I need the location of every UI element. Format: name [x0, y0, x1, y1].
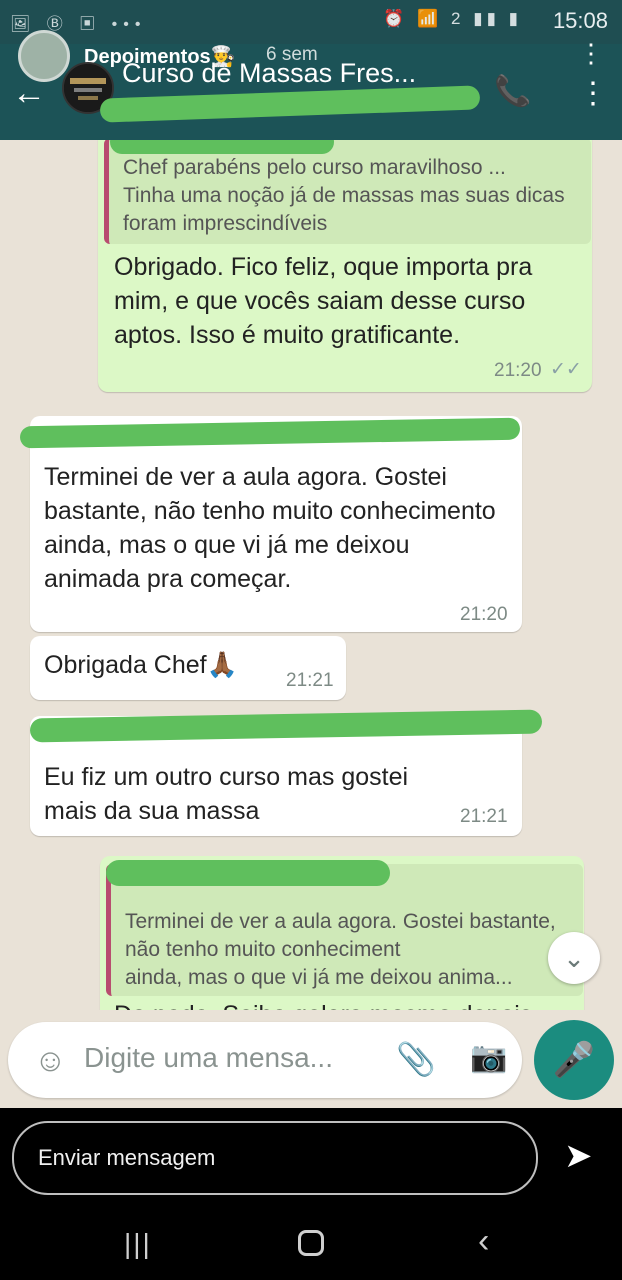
redaction-mark — [99, 85, 481, 123]
add-call-icon[interactable]: 📞 — [494, 74, 531, 109]
message-time: 21:21 — [286, 670, 334, 691]
incoming-message[interactable]: Obrigada Chef🙏🏾 21:21 — [30, 636, 346, 700]
home-icon[interactable] — [298, 1230, 324, 1256]
message-text: Obrigado. Fico feliz, oque importa pra m… — [114, 253, 533, 349]
story-reply-placeholder: Enviar mensagem — [38, 1145, 216, 1170]
message-composer[interactable]: ☺ Digite uma mensa... 📎 📷 — [8, 1022, 522, 1098]
redaction-mark — [110, 140, 334, 154]
message-input[interactable]: Digite uma mensa... — [84, 1042, 333, 1074]
message-text: Terminei de ver a aula agora. Gostei bas… — [44, 463, 496, 593]
message-time: 21:20 — [494, 360, 542, 381]
notification-icons: 🖼 Ⓑ ▣ ••• — [10, 16, 147, 33]
message-time: 21:21 — [460, 806, 508, 827]
send-icon[interactable]: ➤ — [564, 1136, 593, 1176]
system-nav-bar: ||| ‹ — [0, 1204, 622, 1280]
mic-button[interactable]: 🎤 — [534, 1020, 614, 1100]
back-arrow-icon[interactable]: ← — [12, 74, 46, 113]
emoji-icon[interactable]: ☺ — [34, 1042, 67, 1079]
status-bar: 🖼 Ⓑ ▣ ••• ⏰ 📶 2 ▮▮ ▮ 15:08 — [0, 0, 622, 44]
attach-icon[interactable]: 📎 — [396, 1040, 436, 1078]
message-text: Eu fiz um outro curso mas gostei mais da… — [44, 763, 409, 825]
quoted-text: Chef parabéns pelo curso maravilhoso ...… — [123, 156, 565, 235]
message-text: Obrigada Chef🙏🏾 — [44, 651, 238, 679]
chat-header: Depoimentos👨‍🍳 6 sem ← Curso de Massas F… — [0, 30, 622, 140]
camera-icon[interactable]: 📷 — [470, 1040, 507, 1075]
chat-menu-icon[interactable]: ⋮ — [578, 76, 608, 111]
chat-area[interactable]: Chef parabéns pelo curso maravilhoso ...… — [0, 140, 622, 1108]
chat-title[interactable]: Curso de Massas Fres... — [122, 58, 416, 89]
outgoing-message[interactable]: Chef parabéns pelo curso maravilhoso ...… — [98, 140, 592, 392]
recent-apps-icon[interactable]: ||| — [124, 1228, 152, 1260]
read-ticks-icon: ✓✓ — [550, 359, 582, 380]
story-reply-bar: Enviar mensagem ➤ — [0, 1108, 622, 1204]
back-icon[interactable]: ‹ — [478, 1222, 489, 1261]
story-menu-icon[interactable]: ⋮ — [578, 38, 604, 69]
quoted-message[interactable]: Chef parabéns pelo curso maravilhoso ...… — [104, 140, 591, 244]
scroll-down-button[interactable]: ⌄ — [548, 932, 600, 984]
message-time: 21:20 — [460, 604, 508, 625]
story-reply-input[interactable]: Enviar mensagem — [12, 1121, 538, 1195]
clock: 15:08 — [552, 8, 608, 33]
redaction-mark — [106, 860, 390, 886]
incoming-message[interactable]: Terminei de ver a aula agora. Gostei bas… — [30, 416, 522, 632]
system-status-icons: ⏰ 📶 2 ▮▮ ▮ — [383, 9, 522, 28]
